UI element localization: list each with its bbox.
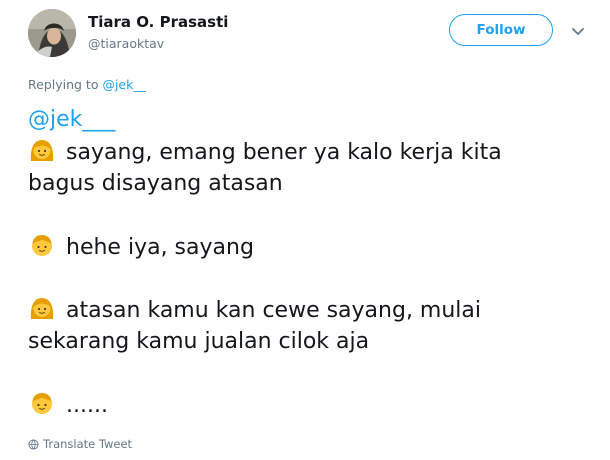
tweet-line: hehe iya, sayang bbox=[66, 235, 254, 260]
author-handle[interactable]: @tiaraoktav bbox=[88, 36, 164, 51]
replying-to-label: Replying to bbox=[28, 77, 103, 92]
girl-emoji-icon bbox=[30, 140, 54, 161]
chevron-down-icon[interactable] bbox=[569, 22, 587, 40]
tweet-line: ...... bbox=[66, 393, 108, 418]
translate-tweet-link[interactable]: Translate Tweet bbox=[28, 437, 132, 451]
globe-icon bbox=[28, 438, 39, 450]
tweet-line: sayang, emang bener ya kalo kerja kita bbox=[66, 140, 502, 165]
replying-to-mention[interactable]: @jek__ bbox=[102, 77, 145, 92]
avatar[interactable] bbox=[28, 9, 76, 57]
tweet-mention[interactable]: @jek___ bbox=[28, 107, 115, 132]
tweet-text: @jek___ sayang, emang bener ya kalo kerj… bbox=[28, 104, 598, 421]
boy-emoji-icon bbox=[32, 235, 52, 256]
girl-emoji-icon bbox=[30, 298, 54, 319]
boy-emoji-icon bbox=[32, 393, 52, 414]
author-name[interactable]: Tiara O. Prasasti bbox=[88, 13, 228, 31]
tweet-card: Tiara O. Prasasti @tiaraoktav Follow Rep… bbox=[0, 0, 610, 460]
translate-label: Translate Tweet bbox=[43, 437, 133, 451]
tweet-line: sekarang kamu jualan cilok aja bbox=[28, 329, 370, 354]
tweet-line: bagus disayang atasan bbox=[28, 171, 283, 196]
tweet-line: atasan kamu kan cewe sayang, mulai bbox=[66, 298, 482, 323]
replying-to: Replying to @jek__ bbox=[28, 77, 146, 92]
follow-button[interactable]: Follow bbox=[449, 14, 553, 46]
